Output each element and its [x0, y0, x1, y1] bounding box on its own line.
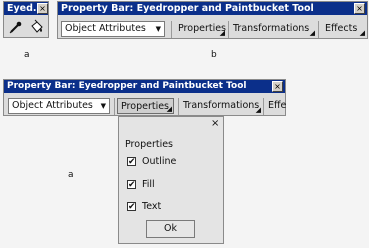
- select-value: Object Attributes: [65, 23, 146, 34]
- fill-option[interactable]: ✔ Fill: [127, 179, 207, 191]
- dropdown-corner-icon: ◢: [359, 29, 365, 37]
- paintbucket-tool-button[interactable]: [28, 19, 45, 36]
- separator: [263, 98, 264, 115]
- properties-label: Properties: [121, 101, 170, 112]
- dropdown-corner-icon: ◢: [309, 29, 315, 37]
- text-checkbox[interactable]: ✔: [127, 202, 136, 212]
- fill-label: Fill: [142, 179, 155, 190]
- effects-label: Effects: [325, 23, 358, 34]
- separator: [228, 21, 229, 38]
- eyedropper-icon: [9, 21, 22, 34]
- fill-checkbox[interactable]: ✔: [127, 180, 136, 190]
- eyedropper-tool-button[interactable]: [7, 19, 24, 36]
- separator: [114, 98, 115, 115]
- effects-button[interactable]: Effects: [265, 98, 286, 114]
- object-attributes-select-b[interactable]: Object Attributes ▼: [61, 21, 165, 37]
- separator: [178, 98, 179, 115]
- property-bar-b-close-button[interactable]: ×: [354, 3, 365, 14]
- outline-option[interactable]: ✔ Outline: [127, 156, 207, 168]
- transformations-button-b[interactable]: Transformations ◢: [230, 21, 316, 37]
- dropdown-corner-icon: ◢: [255, 106, 261, 114]
- chevron-down-icon: ▼: [100, 102, 106, 110]
- properties-button[interactable]: Properties ◢: [117, 98, 174, 114]
- effects-button-b[interactable]: Effects ◢: [322, 21, 366, 37]
- text-label: Text: [142, 201, 162, 212]
- text-option[interactable]: ✔ Text: [127, 201, 207, 213]
- outline-checkbox[interactable]: ✔: [127, 157, 136, 167]
- transformations-label: Transformations: [183, 100, 260, 111]
- popup-section-title: Properties: [125, 139, 174, 150]
- popup-close-button[interactable]: ×: [211, 119, 219, 129]
- dropdown-corner-icon: ◢: [166, 105, 172, 113]
- small-toolbar: Eyed... ×: [3, 1, 49, 38]
- caption-a: a: [24, 50, 30, 60]
- object-attributes-select[interactable]: Object Attributes ▼: [8, 98, 110, 114]
- outline-label: Outline: [142, 156, 177, 167]
- transformations-button[interactable]: Transformations ◢: [180, 98, 262, 114]
- ok-button[interactable]: Ok: [146, 220, 195, 238]
- dropdown-corner-icon: ◢: [219, 29, 225, 37]
- property-bar-b-title: Property Bar: Eyedropper and Paintbucket…: [58, 2, 367, 15]
- chevron-down-icon: ▼: [155, 25, 161, 33]
- property-bar-main-title: Property Bar: Eyedropper and Paintbucket…: [4, 80, 285, 93]
- small-toolbar-close-button[interactable]: ×: [37, 3, 48, 14]
- properties-popup: × Properties ✔ Outline ✔ Fill ✔ Text Ok: [118, 116, 224, 244]
- properties-button-b[interactable]: Properties ◢: [175, 21, 226, 37]
- caption-b: b: [211, 50, 217, 60]
- property-bar-b: Property Bar: Eyedropper and Paintbucket…: [57, 1, 368, 39]
- separator: [171, 21, 172, 38]
- paintbucket-icon: [31, 19, 43, 33]
- transformations-label: Transformations: [233, 23, 310, 34]
- property-bar-main-close-button[interactable]: ×: [272, 81, 283, 92]
- separator: [318, 21, 319, 38]
- caption-a-second: a: [68, 170, 74, 180]
- effects-label: Effects: [268, 100, 286, 111]
- select-value: Object Attributes: [12, 100, 93, 111]
- property-bar-main: Property Bar: Eyedropper and Paintbucket…: [3, 79, 286, 116]
